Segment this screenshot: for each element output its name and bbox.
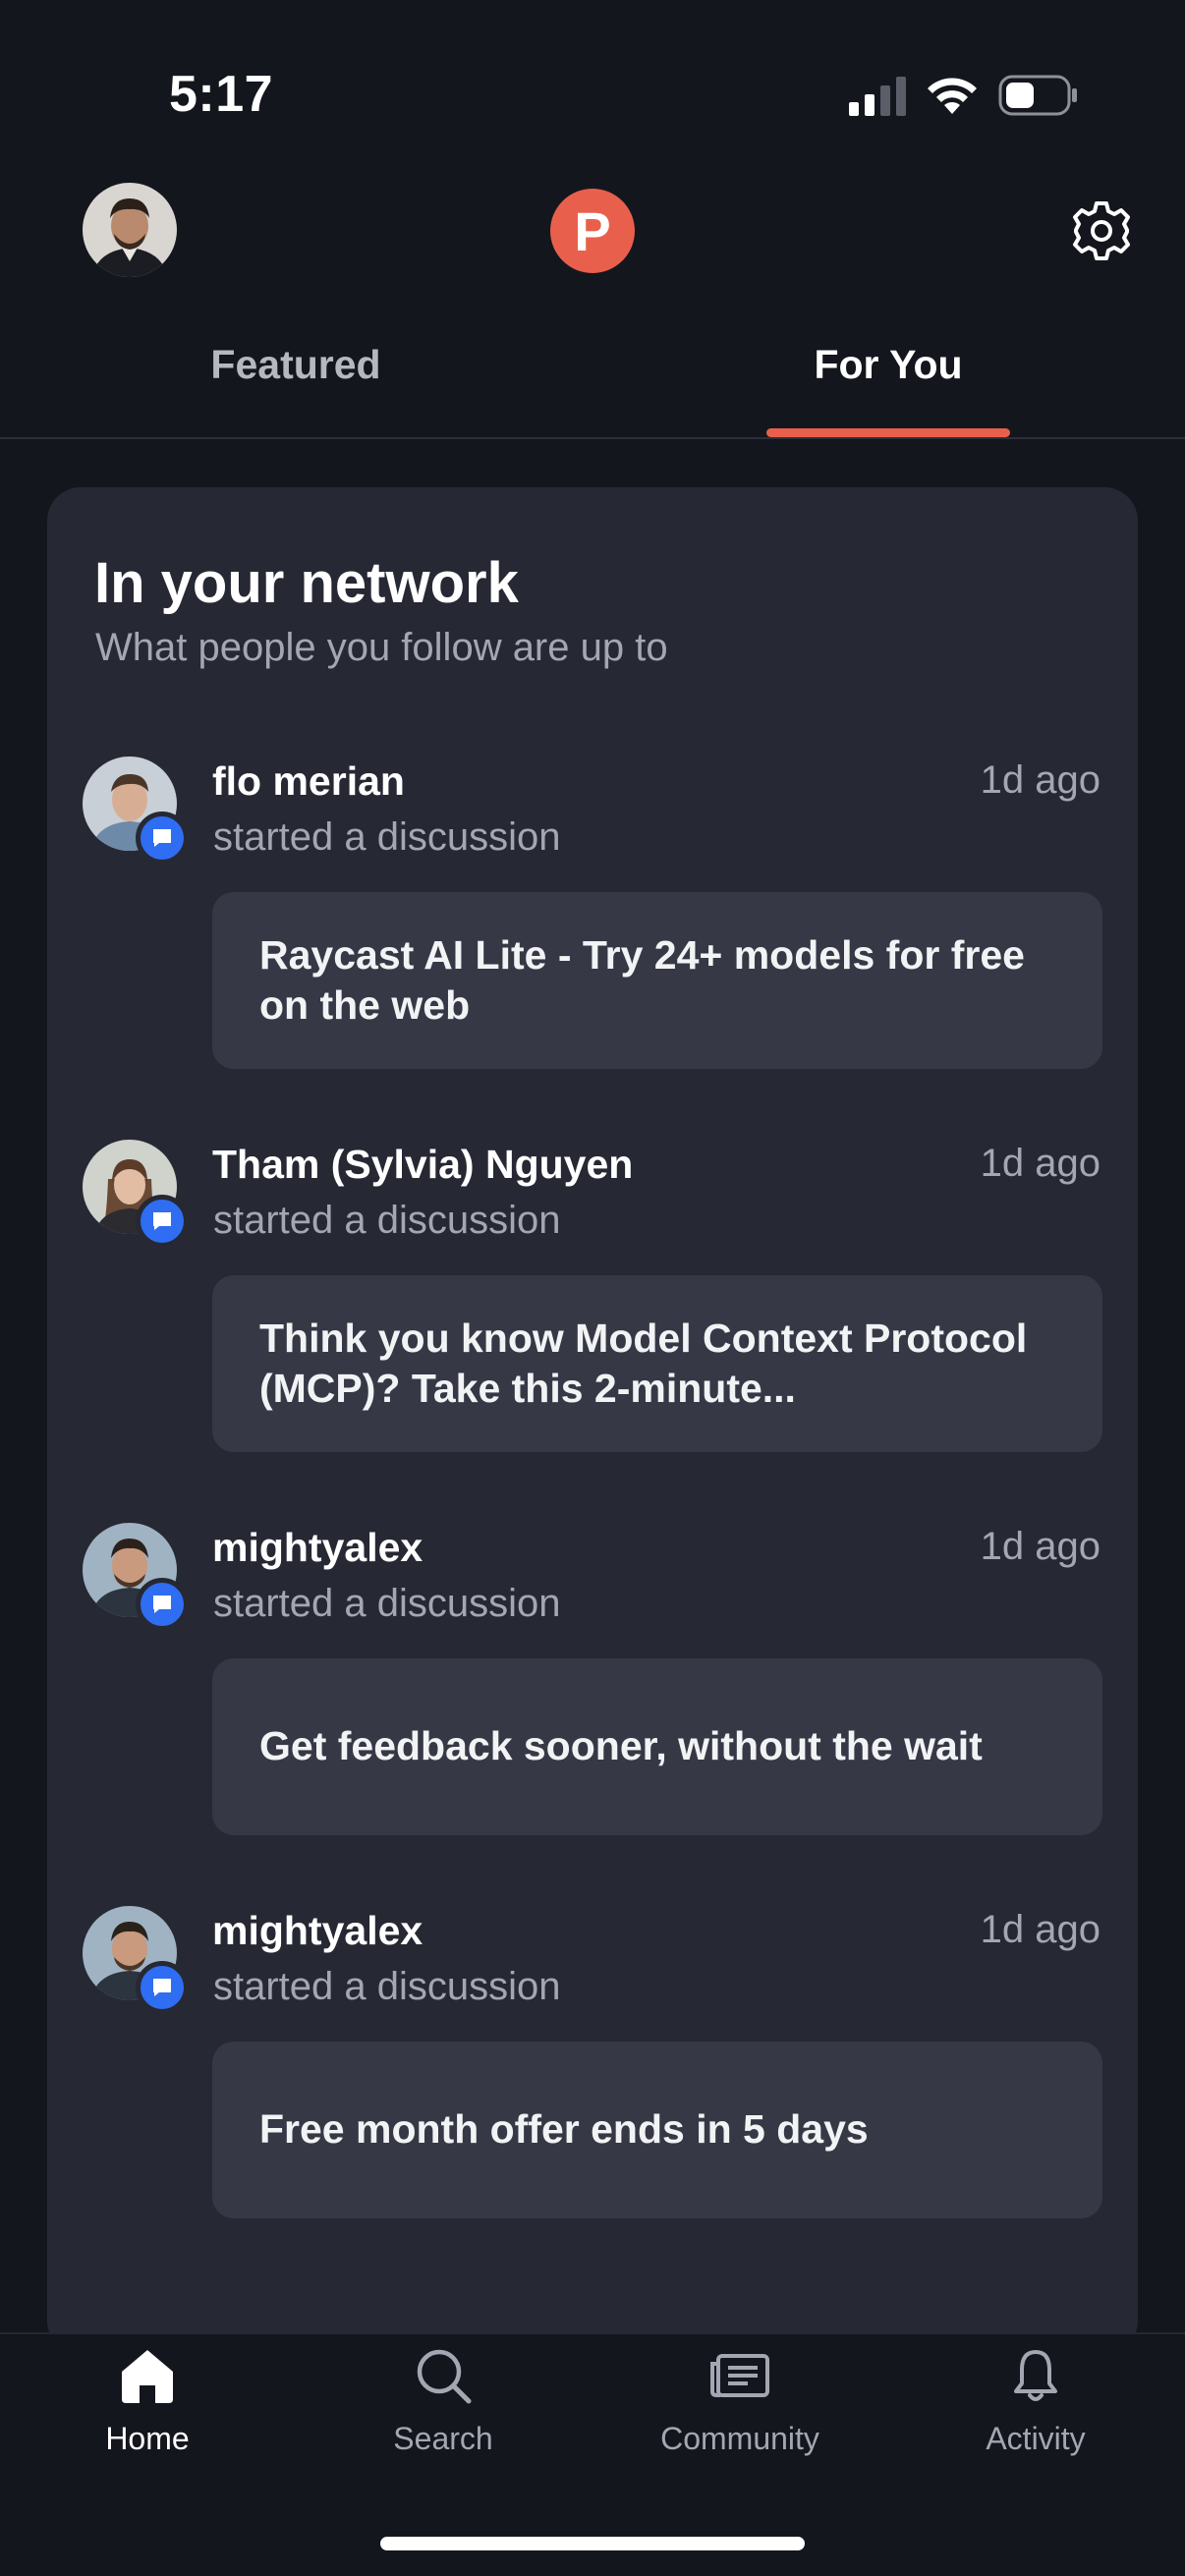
wifi-icon [928,78,977,114]
discussion-card[interactable]: Get feedback sooner, without the wait [212,1658,1102,1835]
timestamp: 1d ago [980,758,1100,802]
profile-avatar[interactable] [83,183,177,277]
discussion-title: Raycast AI Lite - Try 24+ models for fre… [259,931,1025,1028]
battery-icon [998,75,1077,116]
nav-community-label: Community [660,2421,819,2456]
user-name[interactable]: mightyalex [212,1908,423,1954]
tab-for-you[interactable]: For You [741,342,1036,388]
status-bar: 5:17 [0,0,1185,157]
feed-item: flo merian 1d ago started a discussion R… [0,756,1185,1081]
profile-photo-icon [83,183,177,277]
user-name[interactable]: flo merian [212,758,405,805]
chat-bubble-icon [153,1596,171,1613]
discussion-badge [136,1961,189,2014]
discussion-card[interactable]: Think you know Model Context Protocol (M… [212,1275,1102,1452]
tabs-divider [0,437,1185,439]
chat-bubble-icon [153,1979,171,1996]
home-indicator [380,2537,805,2550]
discussion-badge [136,1578,189,1631]
user-name[interactable]: Tham (Sylvia) Nguyen [212,1142,633,1188]
network-title: In your network [94,551,519,615]
nav-activity-label: Activity [986,2421,1086,2456]
discussion-badge [136,812,189,865]
nav-home-label: Home [105,2421,190,2456]
bell-icon [1014,2350,1057,2401]
activity-action: started a discussion [213,1582,561,1625]
search-icon [417,2349,472,2404]
timestamp: 1d ago [980,1908,1100,1951]
discussion-badge [136,1195,189,1248]
feed-item: Tham (Sylvia) Nguyen 1d ago started a di… [0,1140,1185,1464]
feed-item: mightyalex 1d ago started a discussion F… [0,1906,1185,2230]
nav-activity[interactable]: Activity [913,2344,1158,2472]
chat-bubble-icon [153,1212,171,1230]
tab-featured[interactable]: Featured [148,342,443,388]
cellular-signal-icon [849,77,906,116]
discussion-title: Get feedback sooner, without the wait [259,1723,983,1769]
nav-search[interactable]: Search [320,2344,566,2472]
home-icon [122,2350,173,2403]
nav-search-label: Search [393,2421,493,2456]
logo-letter: P [574,199,611,262]
community-icon [710,2354,769,2397]
activity-action: started a discussion [213,1199,561,1242]
status-time: 5:17 [169,66,274,123]
chat-bubble-icon [153,829,171,847]
user-name[interactable]: mightyalex [212,1525,423,1571]
activity-action: started a discussion [213,815,561,859]
discussion-card[interactable]: Raycast AI Lite - Try 24+ models for fre… [212,892,1102,1069]
discussion-title: Free month offer ends in 5 days [259,2106,869,2153]
nav-community[interactable]: Community [617,2344,863,2472]
active-tab-indicator [766,428,1010,437]
nav-home[interactable]: Home [25,2344,270,2472]
gear-icon[interactable] [1071,200,1132,261]
timestamp: 1d ago [980,1142,1100,1185]
activity-action: started a discussion [213,1965,561,2008]
feed-item: mightyalex 1d ago started a discussion G… [0,1523,1185,1847]
discussion-title: Think you know Model Context Protocol (M… [259,1315,1028,1411]
network-subtitle: What people you follow are up to [95,626,668,669]
discussion-card[interactable]: Free month offer ends in 5 days [212,2042,1102,2218]
timestamp: 1d ago [980,1525,1100,1568]
product-hunt-logo[interactable]: P [550,189,635,273]
